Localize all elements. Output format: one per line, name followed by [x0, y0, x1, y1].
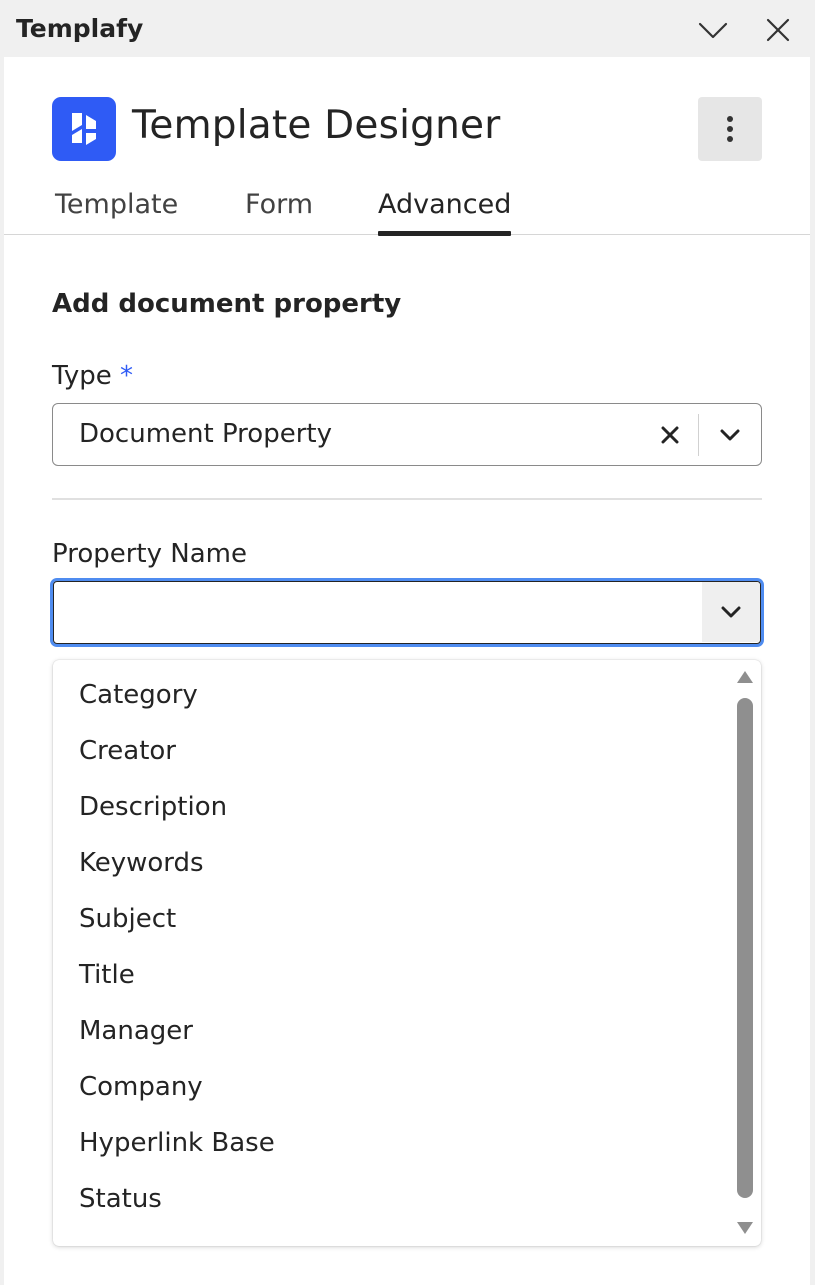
- property-name-input[interactable]: [53, 581, 761, 644]
- app-title: Template Designer: [132, 103, 501, 148]
- chevron-down-icon: [698, 22, 728, 39]
- more-options-button[interactable]: [698, 97, 762, 161]
- section-heading: Add document property: [52, 289, 402, 319]
- more-vertical-icon: [727, 116, 733, 142]
- tab-bar: Template Form Advanced: [4, 185, 810, 236]
- chevron-down-icon: [721, 606, 741, 618]
- option-creator[interactable]: Creator: [79, 736, 176, 766]
- option-description[interactable]: Description: [79, 792, 227, 822]
- templafy-logo-icon: [52, 97, 116, 161]
- tab-advanced[interactable]: Advanced: [378, 189, 512, 236]
- window-title: Templafy: [16, 14, 144, 43]
- type-select[interactable]: Document Property: [52, 403, 762, 466]
- option-title[interactable]: Title: [79, 960, 135, 990]
- type-label: Type *: [52, 361, 133, 391]
- option-company[interactable]: Company: [79, 1072, 203, 1102]
- tab-template[interactable]: Template: [55, 189, 178, 235]
- clear-type-button[interactable]: [655, 420, 685, 450]
- property-name-dropdown-toggle[interactable]: [702, 582, 760, 642]
- property-name-combobox[interactable]: [50, 578, 764, 647]
- type-label-text: Type: [52, 361, 112, 391]
- collapse-button[interactable]: [695, 12, 731, 48]
- property-name-label: Property Name: [52, 539, 247, 569]
- clear-icon: [661, 426, 679, 444]
- option-subject[interactable]: Subject: [79, 904, 176, 934]
- scroll-up-arrow-icon[interactable]: [736, 670, 754, 684]
- option-status[interactable]: Status: [79, 1184, 162, 1214]
- tab-form[interactable]: Form: [245, 189, 313, 235]
- option-keywords[interactable]: Keywords: [79, 848, 204, 878]
- scrollbar-thumb[interactable]: [737, 698, 753, 1198]
- close-icon: [766, 18, 790, 42]
- task-pane: Template Designer Template Form Advanced…: [4, 57, 810, 1285]
- type-dropdown-toggle[interactable]: [699, 404, 761, 465]
- scroll-down-arrow-icon[interactable]: [736, 1221, 754, 1235]
- divider: [52, 498, 762, 500]
- option-hyperlink-base[interactable]: Hyperlink Base: [79, 1128, 275, 1158]
- required-marker: *: [119, 361, 133, 391]
- window-titlebar: Templafy: [0, 0, 815, 57]
- option-manager[interactable]: Manager: [79, 1016, 193, 1046]
- property-name-listbox: Category Creator Description Keywords Su…: [53, 660, 761, 1246]
- option-category[interactable]: Category: [79, 680, 198, 710]
- chevron-down-icon: [720, 429, 740, 440]
- type-select-value: Document Property: [79, 419, 332, 449]
- close-button[interactable]: [760, 12, 796, 48]
